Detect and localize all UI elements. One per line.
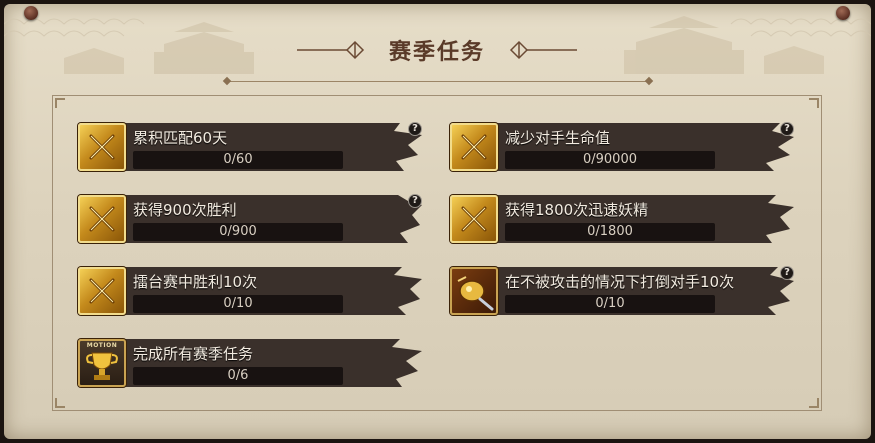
progress-bar: 0/6 bbox=[133, 367, 343, 385]
progress-text: 0/60 bbox=[223, 152, 253, 167]
panel-corner bbox=[55, 398, 65, 408]
task-title: 获得900次胜利 bbox=[133, 201, 237, 219]
corner-nail-icon bbox=[24, 6, 38, 20]
help-icon[interactable]: ? bbox=[408, 122, 422, 136]
task-item[interactable]: MOTION 完成所有赛季任务 0/6 bbox=[78, 337, 423, 389]
panel-corner bbox=[55, 98, 65, 108]
task-item[interactable]: 减少对手生命值 0/90000 ? bbox=[450, 121, 795, 173]
title-banner: 赛季任务 bbox=[287, 30, 587, 70]
help-icon[interactable]: ? bbox=[780, 266, 794, 280]
golden-gauntlet-icon bbox=[450, 267, 498, 315]
task-title: 累积匹配60天 bbox=[133, 129, 228, 147]
help-icon[interactable]: ? bbox=[780, 122, 794, 136]
panel-corner bbox=[809, 398, 819, 408]
page-title: 赛季任务 bbox=[388, 39, 485, 65]
task-title: 完成所有赛季任务 bbox=[133, 345, 254, 363]
help-icon[interactable]: ? bbox=[408, 194, 422, 208]
gold-crossed-swords-icon bbox=[450, 123, 498, 171]
task-title: 减少对手生命值 bbox=[505, 129, 611, 147]
motion-trophy-icon: MOTION bbox=[78, 339, 126, 387]
task-item[interactable]: 获得900次胜利 0/900 ? bbox=[78, 193, 423, 245]
task-item[interactable]: 在不被攻击的情况下打倒对手10次 0/10 ? bbox=[450, 265, 795, 317]
task-item[interactable]: 累积匹配60天 0/60 ? bbox=[78, 121, 423, 173]
progress-text: 0/90000 bbox=[582, 152, 637, 167]
gold-crossed-swords-icon bbox=[450, 195, 498, 243]
gold-crossed-swords-icon bbox=[78, 195, 126, 243]
progress-bar: 0/10 bbox=[505, 295, 715, 313]
progress-text: 0/900 bbox=[219, 224, 257, 239]
progress-text: 0/1800 bbox=[587, 224, 633, 239]
task-title: 在不被攻击的情况下打倒对手10次 bbox=[505, 273, 735, 291]
task-title: 擂台赛中胜利10次 bbox=[133, 273, 258, 291]
progress-bar: 0/90000 bbox=[505, 151, 715, 169]
task-title: 获得1800次迅速妖精 bbox=[505, 201, 649, 219]
task-item[interactable]: 擂台赛中胜利10次 0/10 bbox=[78, 265, 423, 317]
progress-text: 0/6 bbox=[227, 368, 249, 383]
panel-corner bbox=[809, 98, 819, 108]
progress-bar: 0/10 bbox=[133, 295, 343, 313]
gold-crossed-swords-icon bbox=[78, 267, 126, 315]
progress-text: 0/10 bbox=[223, 296, 253, 311]
progress-bar: 0/900 bbox=[133, 223, 343, 241]
corner-nail-icon bbox=[836, 6, 850, 20]
gold-crossed-swords-icon bbox=[78, 123, 126, 171]
progress-bar: 0/1800 bbox=[505, 223, 715, 241]
title-divider bbox=[228, 81, 648, 82]
progress-bar: 0/60 bbox=[133, 151, 343, 169]
progress-text: 0/10 bbox=[595, 296, 625, 311]
task-item[interactable]: 获得1800次迅速妖精 0/1800 bbox=[450, 193, 795, 245]
